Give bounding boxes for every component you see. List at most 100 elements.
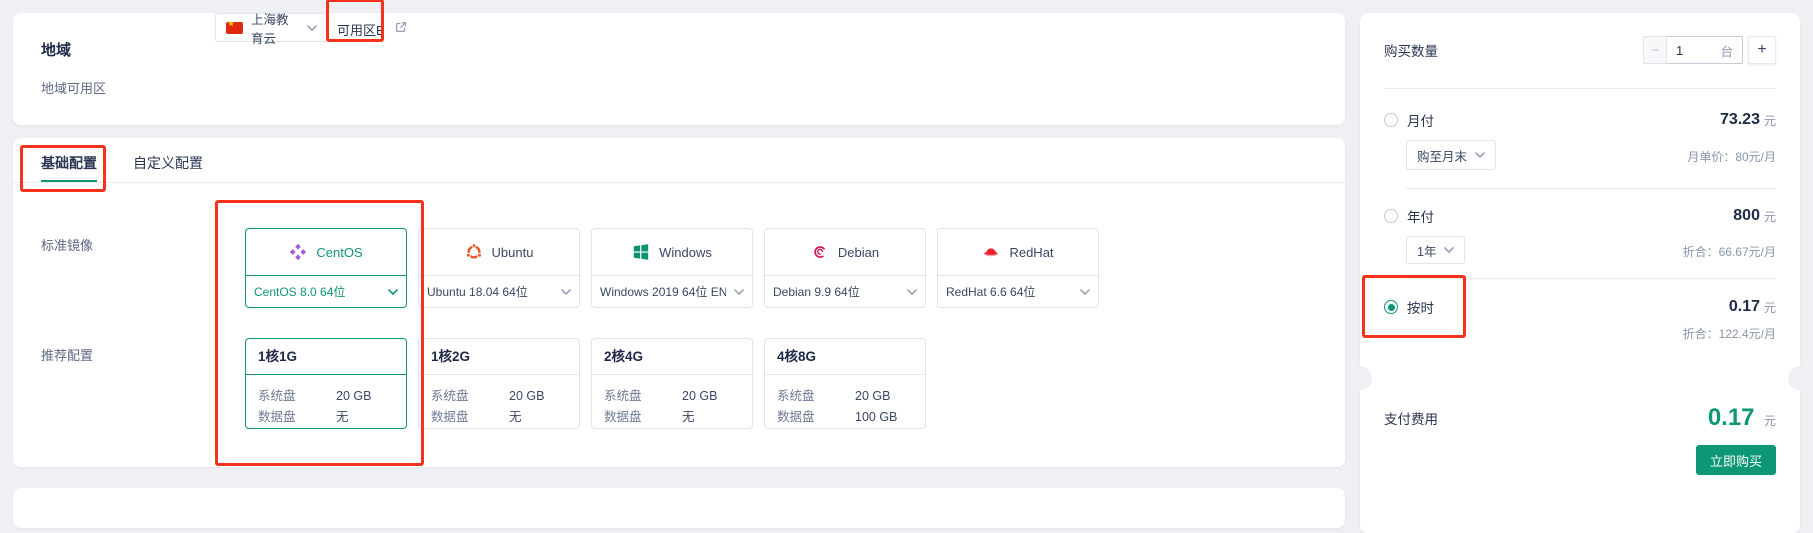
os-name: Debian [838,245,879,260]
spec-name: 1核1G [246,339,406,375]
disk-label: 数据盘 [258,407,336,428]
region-select[interactable]: 上海教育云 [215,13,328,42]
plan-currency: 元 [1764,208,1776,225]
plan-currency: 元 [1764,112,1776,129]
ubuntu-icon [465,243,483,261]
os-name: RedHat [1009,245,1053,260]
bottom-card-partial [13,488,1345,528]
disk-label: 系统盘 [258,386,336,407]
left-notch [1348,366,1372,390]
os-card-windows[interactable]: Windows Windows 2019 64位 EN [591,228,753,308]
quantity-increase-button[interactable]: + [1748,36,1776,64]
payment-currency: 元 [1764,414,1776,428]
plan-label: 年付 [1407,206,1733,226]
os-version-value: Ubuntu 18.04 64位 [427,283,553,300]
plan-label: 按时 [1407,297,1729,317]
disk-value: 20 GB [682,386,717,407]
chevron-down-icon [307,25,317,31]
disk-label: 系统盘 [604,386,682,407]
spec-name: 2核4G [592,339,752,375]
chevron-down-icon [1444,247,1454,253]
spec-card-1c1g[interactable]: 1核1G 系统盘20 GB 数据盘无 [245,338,407,429]
os-version-select-debian[interactable]: Debian 9.9 64位 [764,275,926,308]
quantity-input[interactable]: 1 台 [1667,36,1743,64]
payment-row: 支付费用 0.17 元 [1384,401,1776,435]
redhat-icon [982,243,1000,261]
standard-image-label: 标准镜像 [41,235,93,254]
china-flag-icon [226,22,243,34]
spec-row: 1核1G 系统盘20 GB 数据盘无 1核2G 系统盘20 GB 数据盘无 2核… [245,338,926,429]
chevron-down-icon [388,289,398,295]
chevron-down-icon [907,289,917,295]
availability-zone-value[interactable]: 可用区B [337,20,385,39]
disk-value: 20 GB [509,386,544,407]
disk-value: 20 GB [336,386,371,407]
radio-monthly[interactable] [1384,113,1398,127]
chevron-down-icon [1475,152,1485,158]
region-row: 上海教育云 可用区B [13,13,1345,125]
quantity-stepper: − 1 台 + [1643,36,1776,64]
plan-price: 0.17 [1729,298,1760,316]
chevron-down-icon [734,289,744,295]
spec-card-4c8g[interactable]: 4核8G 系统盘20 GB 数据盘100 GB [764,338,926,429]
plan-label: 月付 [1407,110,1720,130]
payment-label: 支付费用 [1384,408,1438,428]
disk-label: 数据盘 [604,407,682,428]
disk-value: 无 [336,407,349,428]
plan-note: 折合：122.4元/月 [1683,325,1776,342]
os-version-value: Windows 2019 64位 EN [600,283,726,300]
os-name: CentOS [316,245,362,260]
plan-row-hourly: 按时 0.17 元 [1384,295,1776,319]
debian-icon [811,243,829,261]
disk-label: 数据盘 [777,407,855,428]
quantity-value: 1 [1676,43,1683,58]
config-card: 基础配置 自定义配置 标准镜像 CentOS CentOS 8.0 64位 [13,138,1345,467]
divider [1406,188,1776,189]
radio-yearly[interactable] [1384,209,1398,223]
right-notch [1788,366,1812,390]
disk-value: 100 GB [855,407,897,428]
quantity-unit: 台 [1720,41,1733,60]
os-name: Windows [659,245,712,260]
divider [1406,278,1776,279]
monthly-duration-select[interactable]: 购至月末 [1406,140,1496,170]
os-name: Ubuntu [492,245,534,260]
buy-now-button[interactable]: 立即购买 [1696,445,1776,475]
os-image-row: CentOS CentOS 8.0 64位 Ubuntu [245,228,1099,308]
os-version-select-windows[interactable]: Windows 2019 64位 EN [591,275,753,308]
disk-value: 无 [682,407,695,428]
tabs-divider [13,182,1345,183]
plan-note: 月单价：80元/月 [1687,148,1776,165]
tab-basic-config[interactable]: 基础配置 [41,153,97,182]
payment-amount: 0.17 [1708,404,1755,431]
os-card-debian[interactable]: Debian Debian 9.9 64位 [764,228,926,308]
spec-card-1c2g[interactable]: 1核2G 系统盘20 GB 数据盘无 [418,338,580,429]
quantity-decrease-button[interactable]: − [1643,36,1667,64]
os-version-value: CentOS 8.0 64位 [254,283,380,300]
radio-hourly[interactable] [1384,300,1398,314]
os-version-select-redhat[interactable]: RedHat 6.6 64位 [937,275,1099,308]
plan-row-monthly: 月付 73.23 元 [1384,108,1776,132]
yearly-duration-value: 1年 [1417,241,1436,260]
tab-custom-config[interactable]: 自定义配置 [133,153,203,182]
disk-value: 20 GB [855,386,890,407]
plan-price: 800 [1733,207,1760,225]
region-card: 地域 地域可用区 上海教育云 可用区B [13,13,1345,125]
quantity-row: 购买数量 − 1 台 + [1384,36,1776,64]
os-version-select-centos[interactable]: CentOS 8.0 64位 [245,275,407,308]
os-card-ubuntu[interactable]: Ubuntu Ubuntu 18.04 64位 [418,228,580,308]
region-select-value: 上海教育云 [251,9,299,47]
os-card-centos[interactable]: CentOS CentOS 8.0 64位 [245,228,407,308]
plan-currency: 元 [1764,299,1776,316]
yearly-duration-select[interactable]: 1年 [1406,236,1465,264]
spec-name: 4核8G [765,339,925,375]
centos-icon [289,243,307,261]
os-version-select-ubuntu[interactable]: Ubuntu 18.04 64位 [418,275,580,308]
windows-icon [632,243,650,261]
quantity-label: 购买数量 [1384,40,1438,60]
buy-panel: 购买数量 − 1 台 + 月付 73.23 元 购至月末 月单价：80元/月 年… [1360,13,1800,533]
spec-card-2c4g[interactable]: 2核4G 系统盘20 GB 数据盘无 [591,338,753,429]
os-card-redhat[interactable]: RedHat RedHat 6.6 64位 [937,228,1099,308]
disk-label: 系统盘 [777,386,855,407]
open-external-icon[interactable] [394,20,408,39]
